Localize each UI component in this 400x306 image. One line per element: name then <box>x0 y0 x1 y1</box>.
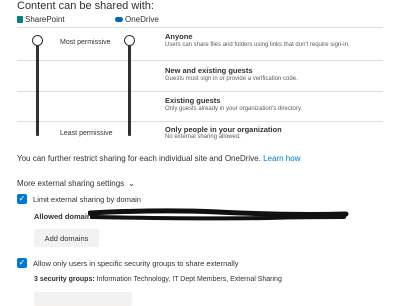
manage-groups-button[interactable] <box>34 292 132 306</box>
onedrive-label: OneDrive <box>125 15 159 24</box>
sharepoint-label: SharePoint <box>25 15 65 24</box>
security-groups-option[interactable]: ✓ Allow only users in specific security … <box>17 258 239 268</box>
level-description: Users can share files and folders using … <box>165 42 350 48</box>
sharepoint-icon <box>17 16 23 23</box>
limit-domain-label: Limit external sharing by domain <box>33 194 141 204</box>
restriction-note-text: You can further restrict sharing for eac… <box>17 154 261 163</box>
least-permissive-label: Least permissive <box>60 130 113 137</box>
sharing-levels-panel: Anyone Users can share files and folders… <box>17 27 383 145</box>
level-title: Only people in your organization <box>165 125 282 134</box>
checkmark-icon: ✓ <box>18 258 26 267</box>
add-domains-button[interactable]: Add domains <box>34 229 99 247</box>
security-groups-list: Information Technology, IT Dept Members,… <box>96 276 282 283</box>
most-permissive-label: Most permissive <box>60 39 111 46</box>
security-groups-count: 3 security groups: <box>34 276 95 283</box>
checkmark-icon: ✓ <box>18 194 26 203</box>
level-title: New and existing guests <box>165 66 253 75</box>
level-title: Anyone <box>165 32 193 41</box>
onedrive-icon <box>115 17 123 22</box>
security-groups-label: Allow only users in specific security gr… <box>33 258 239 268</box>
restriction-note: You can further restrict sharing for eac… <box>17 154 300 163</box>
level-title: Existing guests <box>165 96 221 105</box>
sharepoint-slider-thumb[interactable] <box>31 35 43 46</box>
chevron-down-icon: ⌄ <box>128 179 135 188</box>
security-groups-summary: 3 security groups: Information Technolog… <box>34 276 282 283</box>
security-groups-checkbox[interactable]: ✓ <box>17 258 27 268</box>
level-description: Only guests already in your organization… <box>165 106 303 112</box>
section-heading: Content can be shared with: <box>17 0 154 12</box>
onedrive-column-label: OneDrive <box>115 15 159 24</box>
limit-domain-checkbox[interactable]: ✓ <box>17 194 27 204</box>
learn-how-link[interactable]: Learn how <box>263 154 300 163</box>
onedrive-slider-thumb[interactable] <box>123 35 135 46</box>
more-settings-toggle[interactable]: More external sharing settings ⌄ <box>17 179 135 188</box>
level-row-new-existing-guests: New and existing guests Guests must sign… <box>17 60 383 92</box>
more-settings-label: More external sharing settings <box>17 179 125 188</box>
onedrive-slider-track[interactable] <box>128 42 131 136</box>
limit-domain-option[interactable]: ✓ Limit external sharing by domain <box>17 194 141 204</box>
sharepoint-column-label: SharePoint <box>17 15 65 24</box>
level-description: No external sharing allowed. <box>165 134 241 140</box>
level-description: Guests must sign in or provide a verific… <box>165 76 298 82</box>
sharepoint-slider-track[interactable] <box>36 42 39 136</box>
level-row-existing-guests: Existing guests Only guests already in y… <box>17 91 383 122</box>
redaction-mark <box>88 208 349 221</box>
